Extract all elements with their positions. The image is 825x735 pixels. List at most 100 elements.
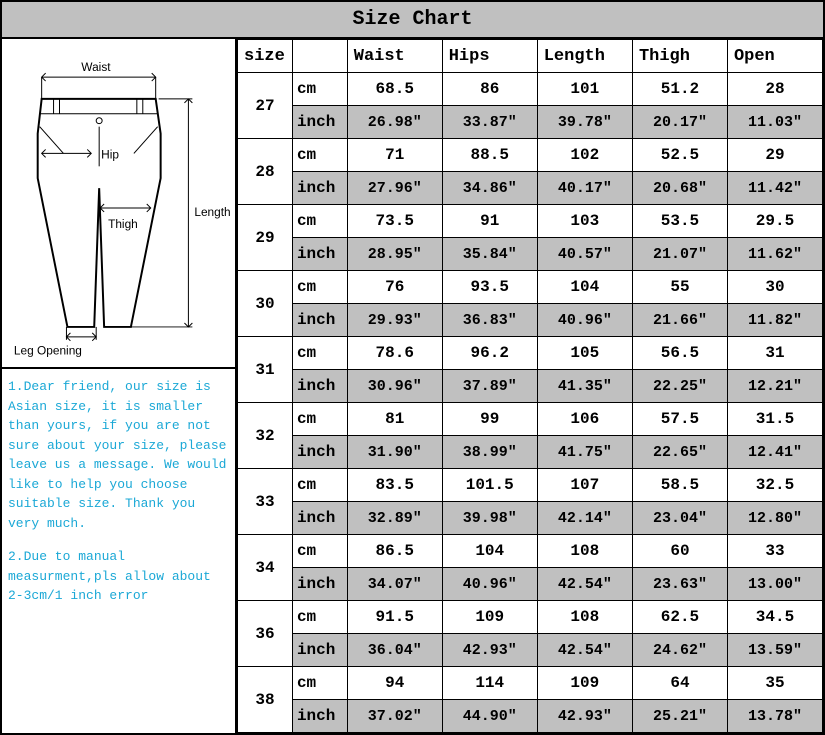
value-cell: 39.98″ [442, 502, 537, 535]
table-row: 38cm941141096435 [238, 667, 823, 700]
value-cell: 96.2 [442, 337, 537, 370]
value-cell: 58.5 [632, 469, 727, 502]
diagram-hip-label: Hip [101, 147, 119, 161]
value-cell: 13.00″ [727, 568, 822, 601]
value-cell: 62.5 [632, 601, 727, 634]
size-cell: 29 [238, 205, 293, 271]
value-cell: 68.5 [347, 73, 442, 106]
table-row: 31cm78.696.210556.531 [238, 337, 823, 370]
value-cell: 21.07″ [632, 238, 727, 271]
value-cell: 37.89″ [442, 370, 537, 403]
value-cell: 28.95″ [347, 238, 442, 271]
value-cell: 107 [537, 469, 632, 502]
value-cell: 106 [537, 403, 632, 436]
value-cell: 91.5 [347, 601, 442, 634]
value-cell: 11.82″ [727, 304, 822, 337]
diagram-thigh-label: Thigh [108, 217, 138, 231]
table-row: 27cm68.58610151.228 [238, 73, 823, 106]
unit-cell: cm [292, 271, 347, 304]
table-header-row: size Waist Hips Length Thigh Open [238, 40, 823, 73]
size-table: size Waist Hips Length Thigh Open 27cm68… [237, 39, 823, 733]
value-cell: 86 [442, 73, 537, 106]
value-cell: 36.04″ [347, 634, 442, 667]
diagram-length-label: Length [194, 205, 230, 219]
unit-cell: inch [292, 172, 347, 205]
header-hips: Hips [442, 40, 537, 73]
value-cell: 40.57″ [537, 238, 632, 271]
value-cell: 25.21″ [632, 700, 727, 733]
value-cell: 83.5 [347, 469, 442, 502]
unit-cell: cm [292, 601, 347, 634]
table-row: 28cm7188.510252.529 [238, 139, 823, 172]
value-cell: 11.42″ [727, 172, 822, 205]
size-cell: 28 [238, 139, 293, 205]
value-cell: 32.89″ [347, 502, 442, 535]
value-cell: 30 [727, 271, 822, 304]
unit-cell: inch [292, 634, 347, 667]
table-row: inch26.98″33.87″39.78″20.17″11.03″ [238, 106, 823, 139]
unit-cell: inch [292, 304, 347, 337]
size-table-wrapper: size Waist Hips Length Thigh Open 27cm68… [237, 39, 823, 733]
unit-cell: inch [292, 568, 347, 601]
size-cell: 33 [238, 469, 293, 535]
value-cell: 26.98″ [347, 106, 442, 139]
value-cell: 88.5 [442, 139, 537, 172]
main-area: Waist [2, 39, 823, 733]
size-cell: 32 [238, 403, 293, 469]
value-cell: 31.90″ [347, 436, 442, 469]
table-row: inch31.90″38.99″41.75″22.65″12.41″ [238, 436, 823, 469]
value-cell: 31 [727, 337, 822, 370]
value-cell: 31.5 [727, 403, 822, 436]
unit-cell: inch [292, 502, 347, 535]
value-cell: 40.96″ [537, 304, 632, 337]
value-cell: 76 [347, 271, 442, 304]
value-cell: 30.96″ [347, 370, 442, 403]
pants-diagram: Waist [2, 39, 237, 369]
unit-cell: inch [292, 370, 347, 403]
size-chart-container: Size Chart Waist [0, 0, 825, 735]
value-cell: 102 [537, 139, 632, 172]
value-cell: 86.5 [347, 535, 442, 568]
unit-cell: cm [292, 139, 347, 172]
value-cell: 93.5 [442, 271, 537, 304]
unit-cell: cm [292, 403, 347, 436]
value-cell: 64 [632, 667, 727, 700]
value-cell: 60 [632, 535, 727, 568]
table-row: 36cm91.510910862.534.5 [238, 601, 823, 634]
value-cell: 101.5 [442, 469, 537, 502]
pants-diagram-svg: Waist [2, 39, 235, 367]
value-cell: 53.5 [632, 205, 727, 238]
unit-cell: inch [292, 106, 347, 139]
table-row: inch30.96″37.89″41.35″22.25″12.21″ [238, 370, 823, 403]
value-cell: 20.17″ [632, 106, 727, 139]
size-cell: 36 [238, 601, 293, 667]
table-row: 30cm7693.51045530 [238, 271, 823, 304]
value-cell: 29 [727, 139, 822, 172]
value-cell: 13.59″ [727, 634, 822, 667]
value-cell: 42.93″ [537, 700, 632, 733]
table-row: inch37.02″44.90″42.93″25.21″13.78″ [238, 700, 823, 733]
value-cell: 42.93″ [442, 634, 537, 667]
value-cell: 44.90″ [442, 700, 537, 733]
value-cell: 34.07″ [347, 568, 442, 601]
value-cell: 38.99″ [442, 436, 537, 469]
value-cell: 36.83″ [442, 304, 537, 337]
chart-title: Size Chart [2, 2, 823, 39]
value-cell: 41.75″ [537, 436, 632, 469]
value-cell: 37.02″ [347, 700, 442, 733]
value-cell: 32.5 [727, 469, 822, 502]
value-cell: 57.5 [632, 403, 727, 436]
value-cell: 108 [537, 601, 632, 634]
value-cell: 56.5 [632, 337, 727, 370]
value-cell: 24.62″ [632, 634, 727, 667]
header-open: Open [727, 40, 822, 73]
value-cell: 40.17″ [537, 172, 632, 205]
size-cell: 34 [238, 535, 293, 601]
note-2: 2.Due to manual measurment,pls allow abo… [8, 547, 229, 606]
table-row: 32cm819910657.531.5 [238, 403, 823, 436]
value-cell: 51.2 [632, 73, 727, 106]
value-cell: 114 [442, 667, 537, 700]
header-waist: Waist [347, 40, 442, 73]
value-cell: 101 [537, 73, 632, 106]
header-length: Length [537, 40, 632, 73]
